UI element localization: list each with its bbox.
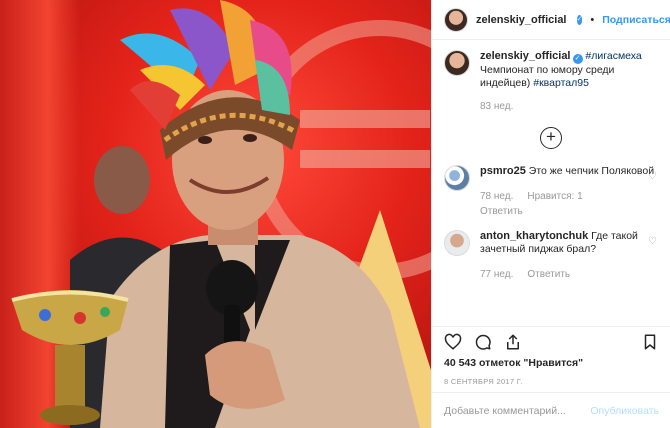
comment-likes[interactable]: Нравится: 1: [527, 190, 582, 203]
post-photo[interactable]: [0, 0, 431, 428]
verified-icon: ✓: [576, 14, 583, 25]
share-icon[interactable]: [504, 333, 522, 351]
hashtag-link[interactable]: #квартал95: [533, 77, 589, 89]
avatar[interactable]: [444, 7, 468, 32]
comment-username[interactable]: anton_kharytonchuk: [480, 230, 588, 242]
heart-icon[interactable]: [444, 333, 462, 351]
post-info-panel: zelenskiy_official ✓ • Подписаться zelen…: [431, 0, 670, 428]
header-separator: •: [590, 13, 595, 26]
caption-username[interactable]: zelenskiy_official: [480, 50, 571, 62]
reply-link[interactable]: Ответить: [480, 205, 523, 218]
caption: zelenskiy_official ✓ #лигасмеха Чемпионат…: [444, 50, 658, 113]
author-username[interactable]: zelenskiy_official: [476, 14, 567, 26]
add-comment-bar: Добавьте комментарий... Опубликовать: [432, 392, 670, 428]
comment-avatar[interactable]: [444, 230, 470, 256]
comment-like-icon[interactable]: ♡: [648, 236, 658, 247]
likes-count[interactable]: 40 543 отметок "Нравится": [444, 357, 659, 369]
bookmark-icon[interactable]: [641, 333, 659, 351]
comment-icon[interactable]: [474, 333, 492, 351]
verified-icon: ✓: [572, 54, 583, 64]
comment-age[interactable]: 78 нед.: [480, 190, 513, 203]
post-date[interactable]: 8 СЕНТЯБРЯ 2017 Г.: [444, 377, 659, 386]
comment-item: anton_kharytonchuk Где такой зачетный пи…: [444, 230, 658, 281]
comment-input[interactable]: Добавьте комментарий...: [444, 405, 590, 417]
comment-age[interactable]: 77 нед.: [480, 268, 513, 281]
comment-avatar[interactable]: [444, 165, 470, 191]
instagram-post: zelenskiy_official ✓ • Подписаться zelen…: [0, 0, 670, 428]
publish-button[interactable]: Опубликовать: [590, 405, 659, 417]
comments-list: zelenskiy_official ✓ #лигасмеха Чемпионат…: [432, 40, 670, 324]
hashtag-link[interactable]: #лигасмеха: [585, 50, 641, 62]
comment-text: Это же чепчик Поляковой: [528, 165, 655, 177]
photo-figures: [11, 0, 420, 428]
comment-item: psmro25 Это же чепчик Поляковой 78 нед. …: [444, 165, 658, 218]
post-actions: 40 543 отметок "Нравится" 8 СЕНТЯБРЯ 201…: [432, 326, 670, 386]
caption-avatar[interactable]: [444, 50, 470, 76]
load-more-comments-icon[interactable]: +: [540, 127, 562, 149]
caption-age[interactable]: 83 нед.: [480, 100, 513, 113]
background-person-head: [94, 146, 150, 214]
comment-like-icon[interactable]: ♡: [648, 171, 658, 182]
reply-link[interactable]: Ответить: [527, 268, 570, 281]
comment-username[interactable]: psmro25: [480, 165, 526, 177]
trophy-stem: [55, 345, 85, 415]
post-header: zelenskiy_official ✓ • Подписаться: [432, 0, 670, 40]
follow-button[interactable]: Подписаться: [602, 14, 670, 26]
